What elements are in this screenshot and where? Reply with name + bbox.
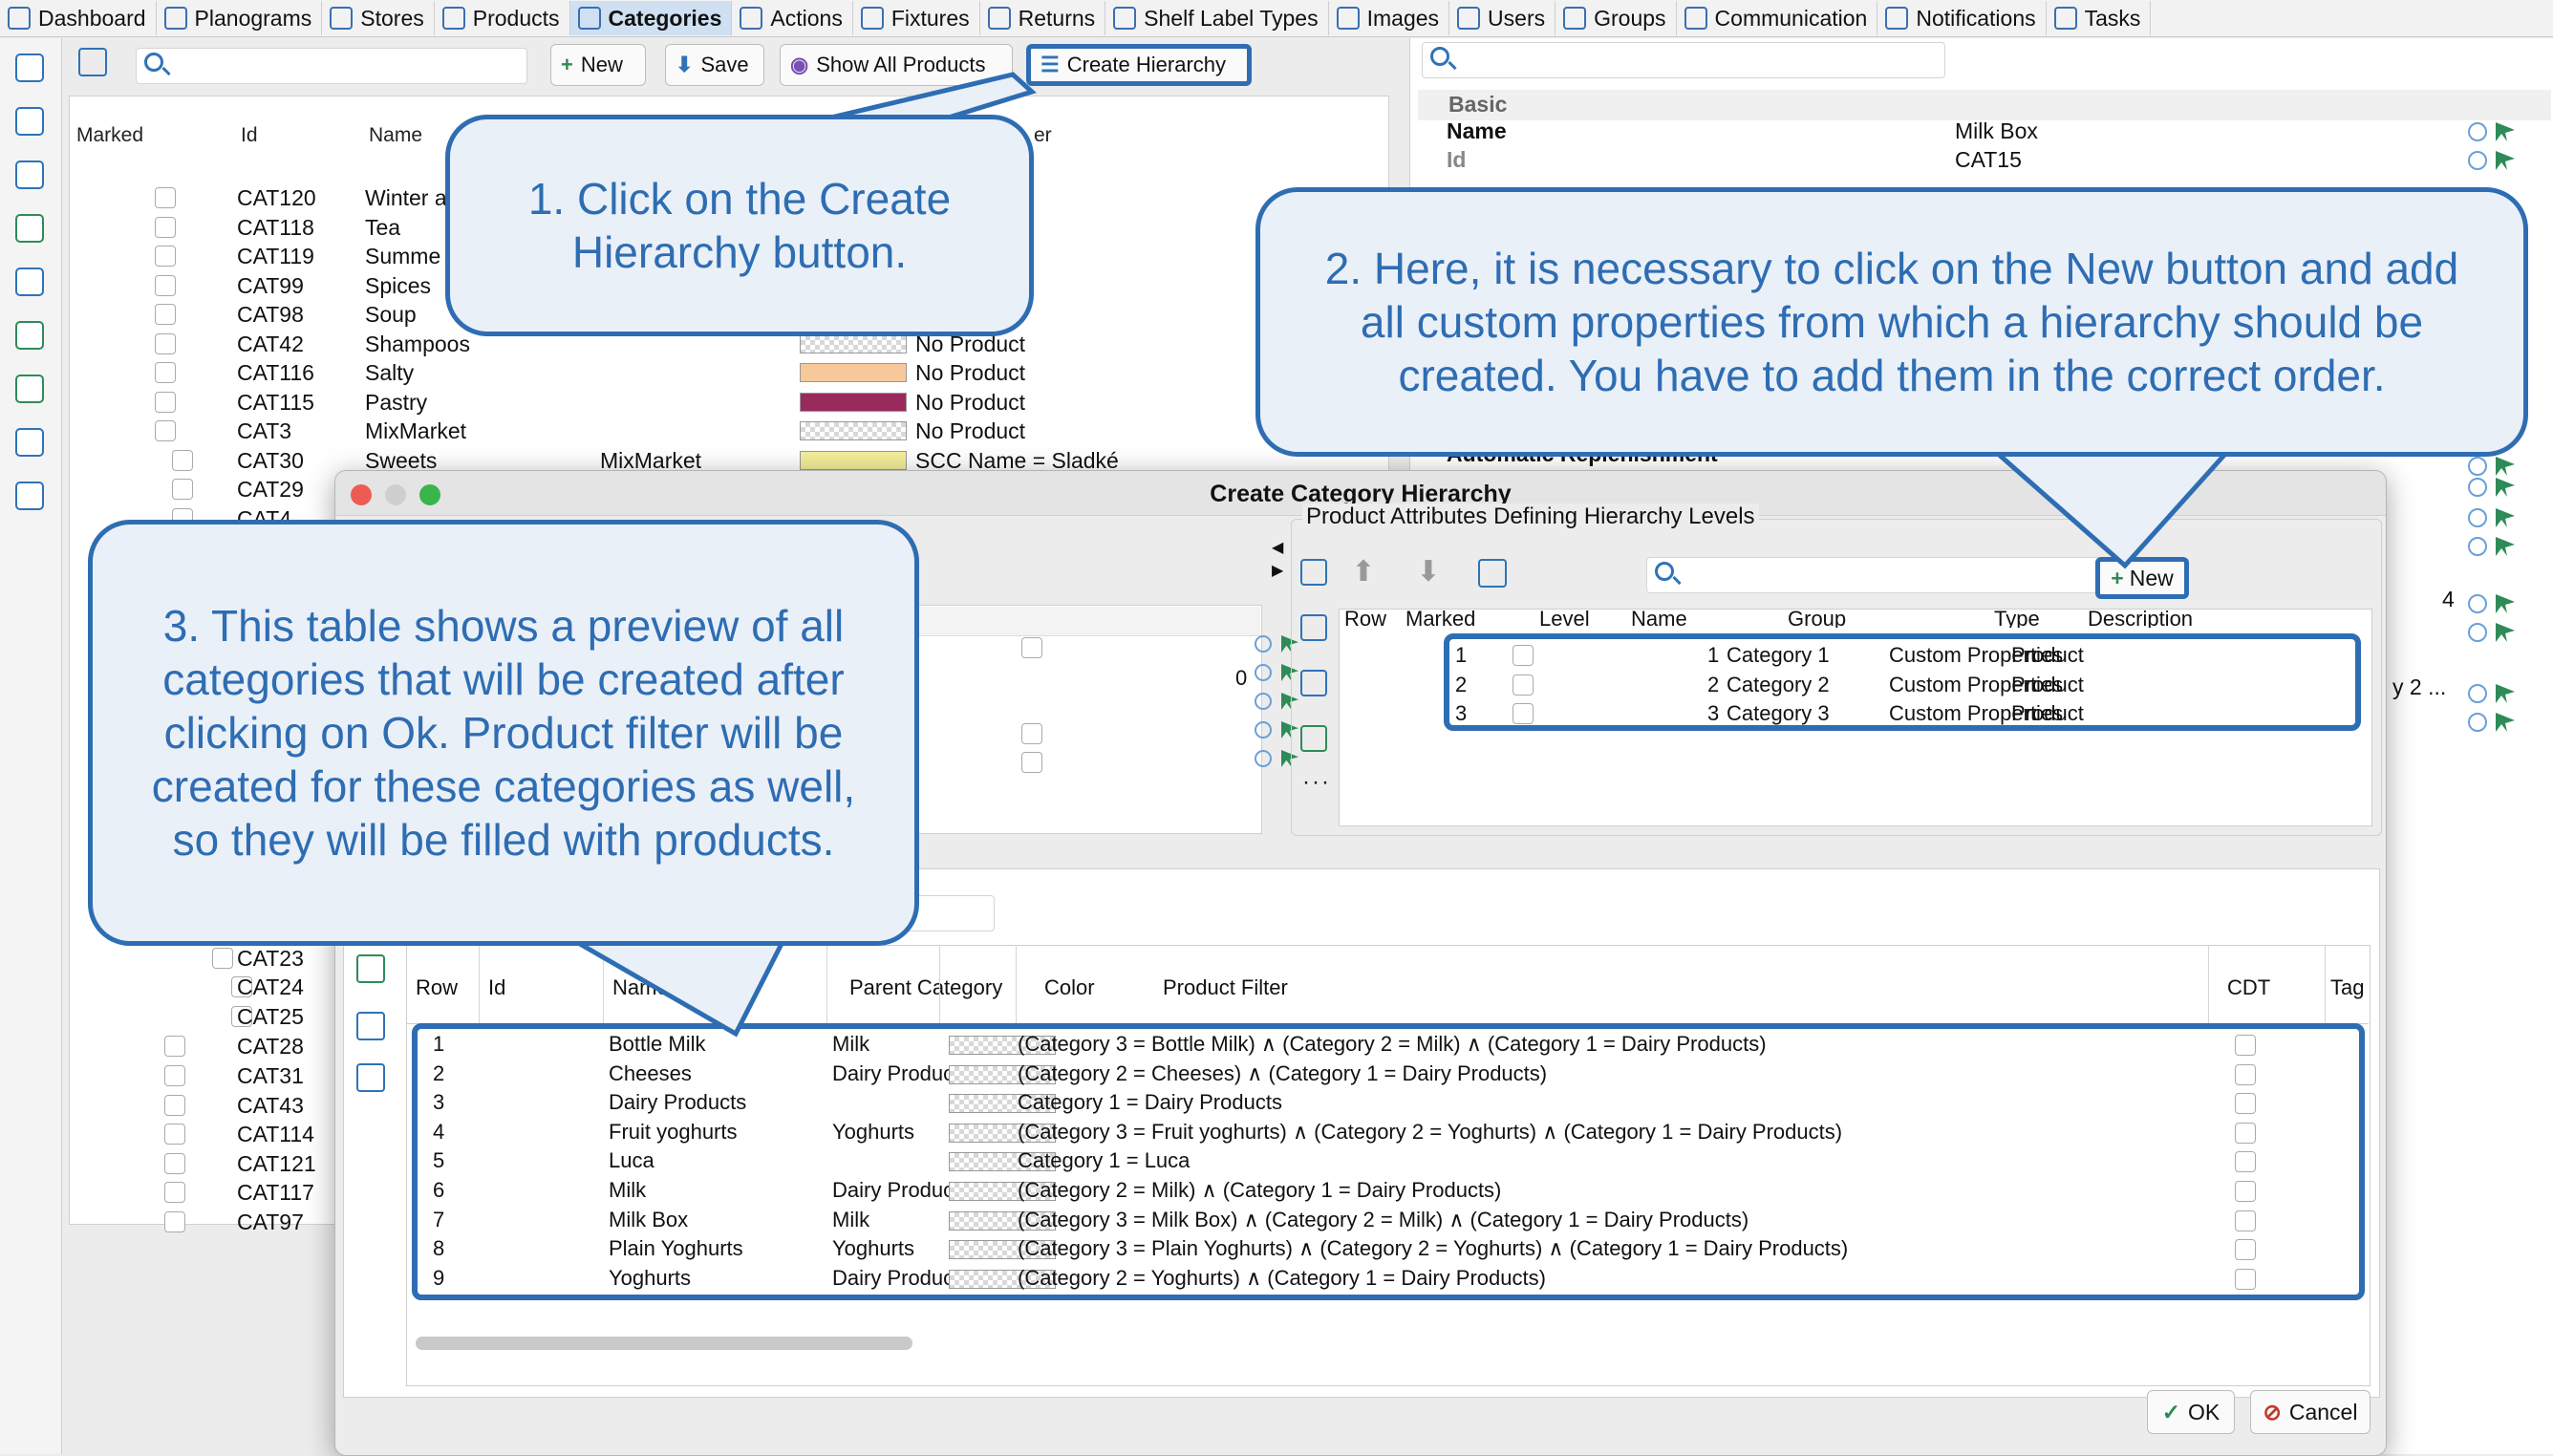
callout-3: 3. This table shows a preview of all cat… [88,520,919,946]
callout-3-pointer [564,937,788,1038]
callout-1-text: 1. Click on the Create Hierarchy button. [527,173,952,277]
callout-1: 1. Click on the Create Hierarchy button. [445,115,1034,336]
callout-2-text: 2. Here, it is necessary to click on the… [1324,243,2459,401]
callout-2: 2. Here, it is necessary to click on the… [1255,187,2528,457]
callout-3-text: 3. This table shows a preview of all cat… [151,600,856,866]
callout-2-pointer [1990,450,2232,569]
